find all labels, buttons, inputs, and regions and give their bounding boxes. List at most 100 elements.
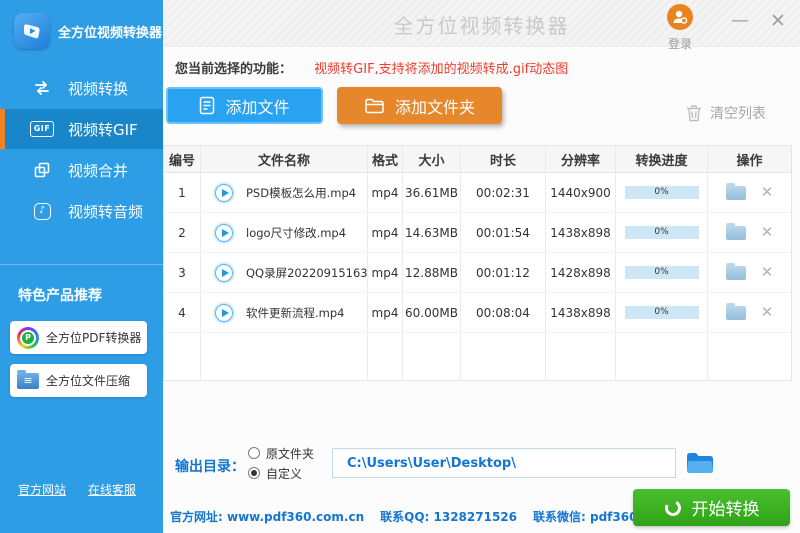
folder-icon [364,97,385,115]
login-button[interactable]: 登录 [660,4,700,52]
function-line: 您当前选择的功能： 视频转GIF,支持将添加的视频转成.gif动态图 [175,58,568,77]
sidebar-item-label: 视频合并 [68,160,128,181]
official-site-link[interactable]: 官方网站 [18,481,66,498]
login-label: 登录 [660,35,700,52]
contact-wechat-text: 联系微信: pdf360 [533,508,637,525]
open-folder-icon[interactable] [726,266,746,280]
progress-bar: 0% [625,226,699,239]
convert-refresh-icon [664,499,682,517]
file-resolution: 1428x898 [546,253,616,292]
table-row: 4 软件更新流程.mp4 mp4 60.00MB 00:08:04 1438x8… [164,293,791,333]
play-icon[interactable] [215,264,233,282]
trash-icon [686,104,702,122]
play-icon[interactable] [215,304,233,322]
col-header-progress: 转换进度 [616,146,708,172]
official-url-text: 官方网址: www.pdf360.com.cn [170,508,364,525]
open-folder-icon[interactable] [726,186,746,200]
radio-custom-label: 自定义 [266,465,302,482]
pdf-converter-icon: P [17,327,39,349]
file-duration: 00:08:04 [461,293,546,332]
progress-bar: 0% [625,266,699,279]
clear-list-label: 清空列表 [710,103,766,123]
col-header-filename: 文件名称 [201,146,368,172]
file-format: mp4 [368,173,403,212]
merge-squares-icon [30,161,54,179]
document-icon [199,96,215,115]
gif-icon: GIF [30,121,54,137]
window-title: 全方位视频转换器 [163,10,800,39]
file-name: QQ录屏20220915163414.m [246,265,367,281]
featured-file-compress-button[interactable]: ≡ 全方位文件压缩 [10,364,147,397]
swap-arrows-icon [30,78,54,98]
open-folder-icon[interactable] [726,306,746,320]
close-button[interactable]: ✕ [764,10,792,32]
add-folder-label: 添加文件夹 [395,94,475,118]
table-row: 3 QQ录屏20220915163414.m mp4 12.88MB 00:01… [164,253,791,293]
file-size: 14.63MB [403,213,461,252]
browse-folder-button[interactable] [683,447,717,479]
file-resolution: 1440x900 [546,173,616,212]
play-icon[interactable] [215,184,233,202]
featured-products-header: 特色产品推荐 [18,285,102,305]
clear-list-button[interactable]: 清空列表 [686,103,766,123]
compress-folder-icon: ≡ [17,373,39,389]
remove-file-icon[interactable]: ✕ [761,265,774,280]
file-name: logo尺寸修改.mp4 [246,225,346,241]
minimize-button[interactable]: — [726,10,754,31]
start-convert-button[interactable]: 开始转换 [633,489,790,526]
radio-custom[interactable]: 自定义 [248,465,314,481]
col-header-no: 编号 [164,146,201,172]
table-row: 2 logo尺寸修改.mp4 mp4 14.63MB 00:01:54 1438… [164,213,791,253]
file-size: 60.00MB [403,293,461,332]
sidebar-item-video-to-audio[interactable]: ♪ 视频转音频 [0,191,163,231]
table-empty-row [164,333,791,380]
radio-icon-checked[interactable] [248,467,260,479]
file-format: mp4 [368,293,403,332]
progress-bar: 0% [625,306,699,319]
sidebar-links: 官方网站 在线客服 [18,481,136,498]
app-window: 全方位视频转换器 登录 — ✕ 全方位视频转换器 [0,0,800,533]
open-folder-icon[interactable] [726,226,746,240]
add-folder-button[interactable]: 添加文件夹 [337,87,502,124]
sidebar-item-video-to-gif[interactable]: GIF 视频转GIF [0,109,163,149]
sidebar-divider [0,264,163,265]
add-file-button[interactable]: 添加文件 [166,87,323,124]
file-duration: 00:01:12 [461,253,546,292]
table-row: 1 PSD模板怎么用.mp4 mp4 36.61MB 00:02:31 1440… [164,173,791,213]
sidebar-item-video-merge[interactable]: 视频合并 [0,150,163,190]
play-icon[interactable] [215,224,233,242]
file-resolution: 1438x898 [546,293,616,332]
featured-label: 全方位PDF转换器 [46,329,141,346]
radio-icon-unchecked[interactable] [248,447,260,459]
output-radio-group: 原文件夹 自定义 [248,445,314,485]
row-no: 4 [164,293,201,332]
remove-file-icon[interactable]: ✕ [761,305,774,320]
online-support-link[interactable]: 在线客服 [88,481,136,498]
file-duration: 00:01:54 [461,213,546,252]
progress-bar: 0% [625,186,699,199]
radio-original-label: 原文件夹 [266,445,314,462]
row-no: 1 [164,173,201,212]
output-path-input[interactable] [332,448,676,478]
sidebar-item-video-convert[interactable]: 视频转换 [0,68,163,108]
file-format: mp4 [368,253,403,292]
add-file-label: 添加文件 [225,94,289,118]
titlebar: 全方位视频转换器 登录 — ✕ [163,0,800,47]
featured-label: 全方位文件压缩 [46,372,130,389]
user-icon [667,4,693,30]
file-name: 软件更新流程.mp4 [246,305,344,321]
output-directory-label: 输出目录： [175,456,245,476]
remove-file-icon[interactable]: ✕ [761,185,774,200]
col-header-format: 格式 [368,146,403,172]
radio-original-folder[interactable]: 原文件夹 [248,445,314,461]
col-header-operation: 操作 [708,146,791,172]
file-format: mp4 [368,213,403,252]
file-name: PSD模板怎么用.mp4 [246,185,356,201]
file-table: 编号 文件名称 格式 大小 时长 分辨率 转换进度 操作 1 PSD模板怎么用.… [163,145,792,381]
remove-file-icon[interactable]: ✕ [761,225,774,240]
function-description: 视频转GIF,支持将添加的视频转成.gif动态图 [314,62,568,77]
featured-pdf-converter-button[interactable]: P 全方位PDF转换器 [10,321,147,354]
start-convert-label: 开始转换 [692,495,760,520]
row-no: 2 [164,213,201,252]
file-size: 12.88MB [403,253,461,292]
